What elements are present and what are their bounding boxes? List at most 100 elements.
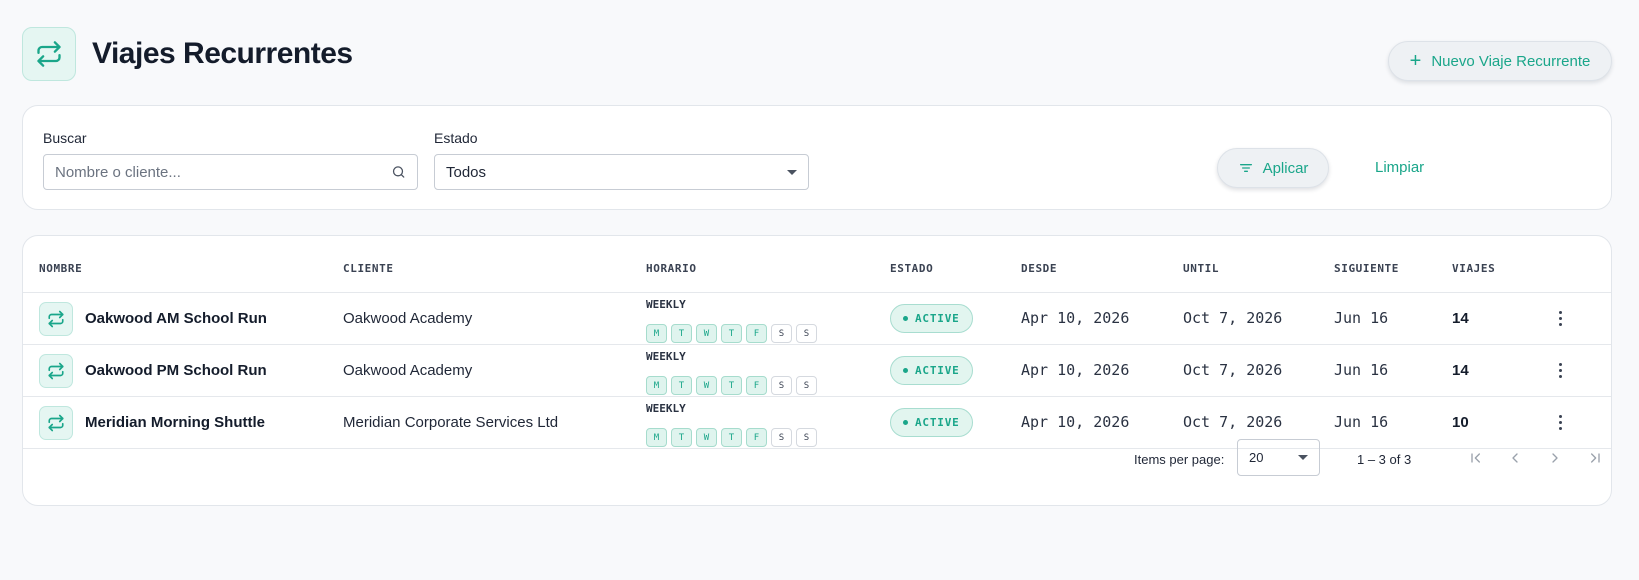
repeat-icon [39, 302, 73, 336]
more-vert-icon[interactable] [1555, 309, 1566, 328]
trip-name[interactable]: Oakwood PM School Run [85, 362, 267, 379]
clear-filters-button[interactable]: Limpiar [1375, 159, 1424, 176]
trip-count: 14 [1452, 310, 1469, 327]
recurring-trips-table: NOMBRE CLIENTE HORARIO ESTADO DESDE UNTI… [22, 235, 1612, 506]
filter-panel: Buscar Estado Todos Aplicar Limpiar [22, 105, 1612, 210]
filter-icon [1239, 164, 1252, 172]
day-chip-monday: M [646, 428, 667, 447]
day-chip-friday: F [746, 428, 767, 447]
status-dot-icon [903, 368, 908, 373]
page-header: Viajes Recurrentes [22, 27, 353, 81]
repeat-icon [39, 406, 73, 440]
day-chip-friday: F [746, 376, 767, 395]
status-badge: ACTIVE [890, 304, 973, 333]
items-per-page-value: 20 [1249, 450, 1264, 465]
schedule-frequency: WEEKLY [646, 350, 686, 363]
status-select[interactable]: Todos [434, 154, 809, 190]
trip-from-date: Apr 10, 2026 [1021, 361, 1130, 379]
column-header-desde[interactable]: DESDE [1021, 262, 1057, 275]
trip-from-date: Apr 10, 2026 [1021, 309, 1130, 327]
trip-until-date: Oct 7, 2026 [1183, 309, 1283, 327]
first-page-icon[interactable] [1464, 446, 1488, 470]
trip-next-date: Jun 16 [1334, 361, 1389, 379]
trip-name[interactable]: Meridian Morning Shuttle [85, 414, 265, 431]
schedule-days: M T W T F S S [646, 428, 817, 447]
next-page-icon[interactable] [1543, 446, 1567, 470]
day-chip-friday: F [746, 324, 767, 343]
new-recurring-trip-label: Nuevo Viaje Recurrente [1431, 52, 1591, 70]
trip-from-date: Apr 10, 2026 [1021, 413, 1130, 431]
trip-next-date: Jun 16 [1334, 413, 1389, 431]
trip-next-date: Jun 16 [1334, 309, 1389, 327]
status-dot-icon [903, 316, 908, 321]
search-input[interactable] [55, 163, 391, 181]
status-text: ACTIVE [915, 416, 960, 429]
day-chip-tuesday: T [671, 428, 692, 447]
schedule-frequency: WEEKLY [646, 298, 686, 311]
day-chip-wednesday: W [696, 428, 717, 447]
trip-name[interactable]: Oakwood AM School Run [85, 310, 267, 327]
day-chip-thursday: T [721, 324, 742, 343]
day-chip-sunday: S [796, 428, 817, 447]
day-chip-saturday: S [771, 428, 792, 447]
column-header-estado[interactable]: ESTADO [890, 262, 933, 275]
more-vert-icon[interactable] [1555, 361, 1566, 380]
status-text: ACTIVE [915, 312, 960, 325]
items-per-page-select[interactable]: 20 [1237, 439, 1320, 476]
table-row[interactable]: Meridian Morning Shuttle Meridian Corpor… [23, 397, 1611, 449]
last-page-icon[interactable] [1583, 446, 1607, 470]
repeat-icon [39, 354, 73, 388]
search-field[interactable] [43, 154, 418, 190]
chevron-down-icon [787, 169, 797, 175]
trip-count: 14 [1452, 362, 1469, 379]
column-header-nombre[interactable]: NOMBRE [39, 262, 82, 275]
column-header-siguiente[interactable]: SIGUIENTE [1334, 262, 1399, 275]
schedule-days: M T W T F S S [646, 324, 817, 343]
table-row[interactable]: Oakwood PM School Run Oakwood Academy WE… [23, 345, 1611, 397]
search-icon [392, 166, 405, 178]
schedule-frequency: WEEKLY [646, 402, 686, 415]
trip-client: Oakwood Academy [343, 310, 473, 327]
trip-until-date: Oct 7, 2026 [1183, 361, 1283, 379]
day-chip-wednesday: W [696, 324, 717, 343]
trip-count: 10 [1452, 414, 1469, 431]
trip-until-date: Oct 7, 2026 [1183, 413, 1283, 431]
day-chip-sunday: S [796, 376, 817, 395]
day-chip-thursday: T [721, 428, 742, 447]
status-badge: ACTIVE [890, 356, 973, 385]
apply-filters-label: Aplicar [1262, 159, 1309, 177]
search-label: Buscar [43, 130, 87, 146]
previous-page-icon[interactable] [1503, 446, 1527, 470]
day-chip-saturday: S [771, 376, 792, 395]
schedule-days: M T W T F S S [646, 376, 817, 395]
column-header-horario[interactable]: HORARIO [646, 262, 697, 275]
day-chip-saturday: S [771, 324, 792, 343]
status-dot-icon [903, 420, 908, 425]
day-chip-thursday: T [721, 376, 742, 395]
table-row[interactable]: Oakwood AM School Run Oakwood Academy WE… [23, 293, 1611, 345]
column-header-cliente[interactable]: CLIENTE [343, 262, 394, 275]
status-label: Estado [434, 130, 478, 146]
day-chip-monday: M [646, 324, 667, 343]
day-chip-sunday: S [796, 324, 817, 343]
trip-client: Meridian Corporate Services Ltd [343, 414, 559, 431]
status-badge: ACTIVE [890, 408, 973, 437]
trip-client: Oakwood Academy [343, 362, 473, 379]
new-recurring-trip-button[interactable]: + Nuevo Viaje Recurrente [1388, 41, 1612, 81]
status-select-value: Todos [446, 163, 487, 181]
apply-filters-button[interactable]: Aplicar [1217, 148, 1329, 188]
day-chip-wednesday: W [696, 376, 717, 395]
day-chip-monday: M [646, 376, 667, 395]
day-chip-tuesday: T [671, 376, 692, 395]
repeat-icon [22, 27, 76, 81]
more-vert-icon[interactable] [1555, 413, 1566, 432]
column-header-until[interactable]: UNTIL [1183, 262, 1219, 275]
status-text: ACTIVE [915, 364, 960, 377]
items-per-page-label: Items per page: [1134, 452, 1225, 467]
pagination-range: 1 – 3 of 3 [1357, 452, 1412, 467]
day-chip-tuesday: T [671, 324, 692, 343]
plus-icon: + [1409, 50, 1422, 72]
column-header-viajes[interactable]: VIAJES [1452, 262, 1495, 275]
chevron-down-icon [1298, 455, 1308, 460]
page-title: Viajes Recurrentes [92, 37, 353, 70]
